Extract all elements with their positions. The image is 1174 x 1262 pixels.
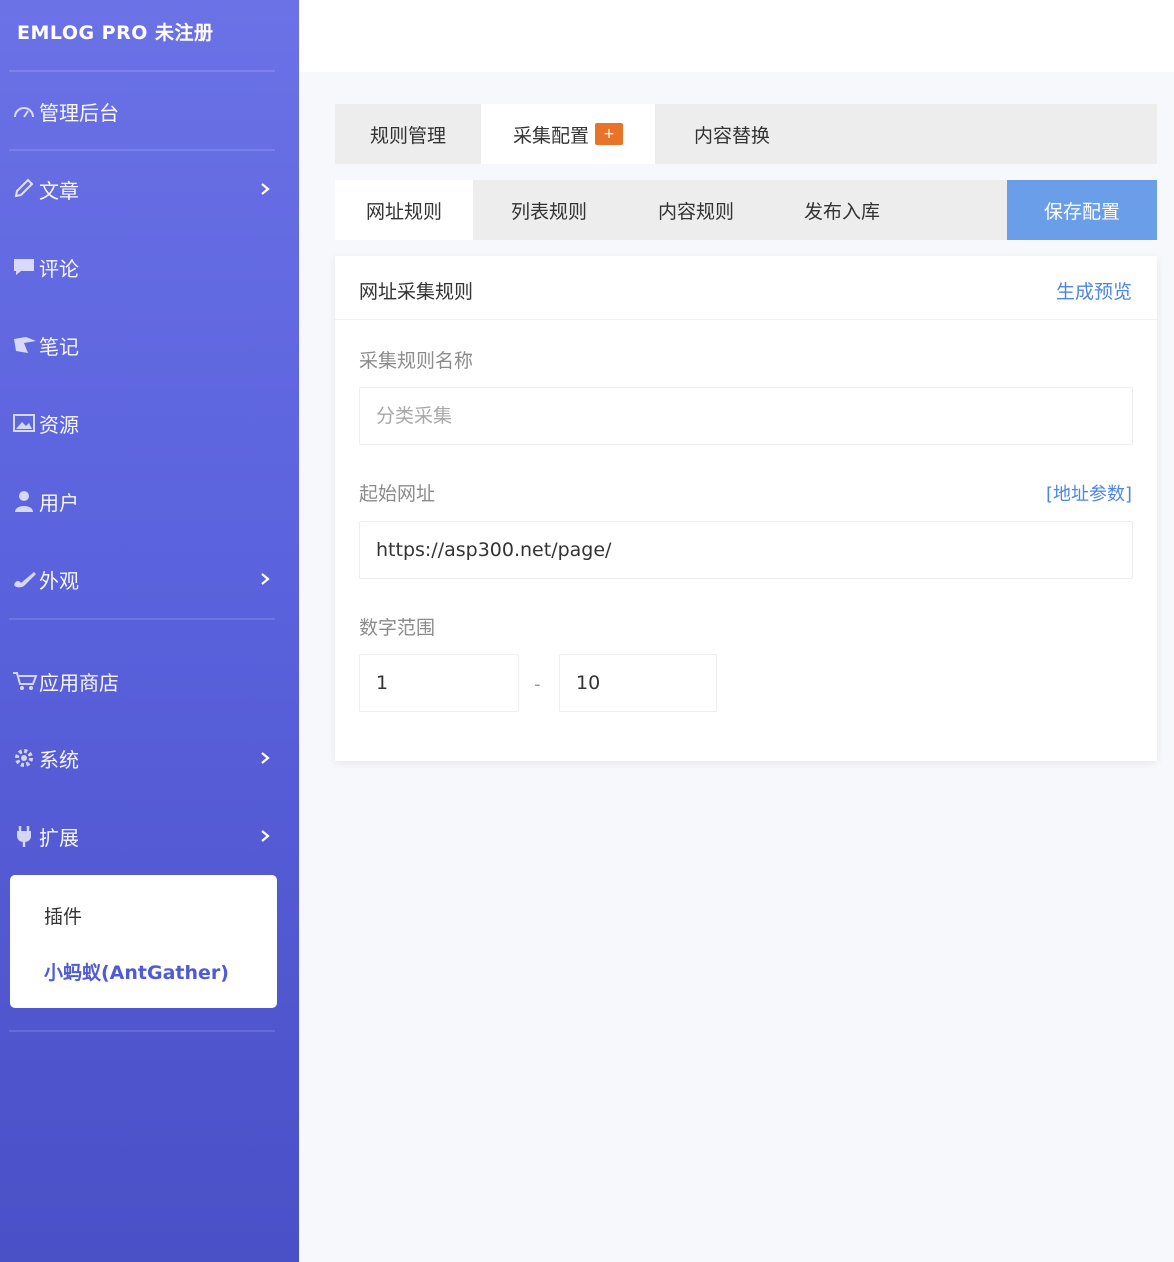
url-rule-card: 网址采集规则 生成预览 采集规则名称 起始网址 [地址参数] 数字范围 - — [335, 256, 1157, 761]
comment-icon — [9, 254, 39, 280]
top-tabs: 规则管理 采集配置 + 内容替换 — [335, 104, 1157, 164]
sidebar-item-label: 外观 — [39, 568, 79, 593]
sub-tabs: 网址规则 列表规则 内容规则 发布入库 保存配置 — [335, 180, 1157, 240]
sidebar-item-label: 笔记 — [39, 334, 79, 359]
range-to-input[interactable] — [559, 654, 717, 712]
chevron-right-icon — [257, 178, 273, 200]
note-icon — [9, 332, 39, 358]
top-header-bar — [299, 0, 1174, 72]
sidebar-item-articles[interactable]: 文章 — [9, 167, 275, 211]
divider — [9, 618, 275, 620]
sidebar: EMLOG PRO 未注册 管理后台 文章 评论 笔记 资源 用户 外观 应用商… — [0, 0, 299, 1262]
sidebar-item-comments[interactable]: 评论 — [9, 245, 275, 289]
chevron-right-icon — [257, 825, 273, 847]
rule-name-input[interactable] — [359, 387, 1133, 445]
brush-icon — [9, 566, 39, 592]
tab-publish[interactable]: 发布入库 — [767, 180, 917, 240]
image-icon — [9, 410, 39, 436]
tab-content-replace[interactable]: 内容替换 — [655, 104, 809, 164]
chevron-right-icon — [257, 568, 273, 590]
tab-url-rules[interactable]: 网址规则 — [335, 180, 473, 240]
submenu-title[interactable]: 插件 — [44, 902, 82, 929]
start-url-input[interactable] — [359, 521, 1133, 579]
pencil-icon — [9, 176, 39, 202]
sidebar-item-label: 应用商店 — [39, 670, 119, 695]
tab-label: 内容替换 — [693, 124, 770, 147]
sidebar-item-appearance[interactable]: 外观 — [9, 557, 275, 601]
start-url-label: 起始网址 — [359, 483, 436, 505]
gear-icon — [9, 745, 39, 771]
user-icon — [9, 488, 39, 514]
tab-label: 采集配置 — [512, 124, 589, 147]
sidebar-item-label: 用户 — [39, 490, 79, 515]
sidebar-item-label: 管理后台 — [39, 100, 119, 125]
tab-list-rules[interactable]: 列表规则 — [473, 180, 625, 240]
dashboard-icon — [9, 98, 39, 124]
sidebar-item-label: 文章 — [39, 178, 79, 203]
sidebar-item-app-store[interactable]: 应用商店 — [9, 659, 275, 703]
tab-label: 网址规则 — [365, 200, 442, 223]
generate-preview-link[interactable]: 生成预览 — [1056, 277, 1132, 304]
brand-title: EMLOG PRO 未注册 — [17, 22, 214, 44]
extensions-submenu: 插件 小蚂蚁(AntGather) — [10, 875, 277, 1008]
submenu-item-antgather[interactable]: 小蚂蚁(AntGather) — [44, 958, 229, 985]
card-header: 网址采集规则 生成预览 — [335, 256, 1157, 320]
sidebar-item-label: 评论 — [39, 256, 79, 281]
tab-label: 列表规则 — [510, 200, 587, 223]
sidebar-item-system[interactable]: 系统 — [9, 736, 275, 780]
divider — [9, 1030, 275, 1032]
tab-label: 内容规则 — [657, 200, 734, 223]
tab-label: 规则管理 — [369, 124, 446, 147]
rule-name-label: 采集规则名称 — [359, 350, 474, 372]
sidebar-item-resources[interactable]: 资源 — [9, 401, 275, 445]
plug-icon — [9, 823, 39, 849]
tab-label: 发布入库 — [803, 200, 880, 223]
range-from-input[interactable] — [359, 654, 519, 712]
tab-collect-config[interactable]: 采集配置 + — [481, 104, 655, 164]
sidebar-item-label: 扩展 — [39, 825, 79, 850]
tab-content-rules[interactable]: 内容规则 — [625, 180, 767, 240]
number-range-label: 数字范围 — [359, 617, 436, 639]
sidebar-item-notes[interactable]: 笔记 — [9, 323, 275, 367]
sidebar-item-users[interactable]: 用户 — [9, 479, 275, 523]
sidebar-item-label: 系统 — [39, 747, 79, 772]
cart-icon — [9, 668, 39, 694]
tab-rule-management[interactable]: 规则管理 — [335, 104, 481, 164]
divider — [9, 70, 275, 72]
sidebar-item-dashboard[interactable]: 管理后台 — [9, 89, 275, 133]
sidebar-item-label: 资源 — [39, 412, 79, 437]
save-config-button[interactable]: 保存配置 — [1007, 180, 1157, 240]
divider — [9, 149, 275, 151]
tab-badge: + — [595, 123, 623, 145]
card-title: 网址采集规则 — [359, 281, 474, 303]
chevron-right-icon — [257, 747, 273, 769]
range-separator: - — [534, 674, 541, 695]
url-params-link[interactable]: [地址参数] — [1046, 480, 1132, 506]
sidebar-item-extensions[interactable]: 扩展 — [9, 814, 275, 858]
